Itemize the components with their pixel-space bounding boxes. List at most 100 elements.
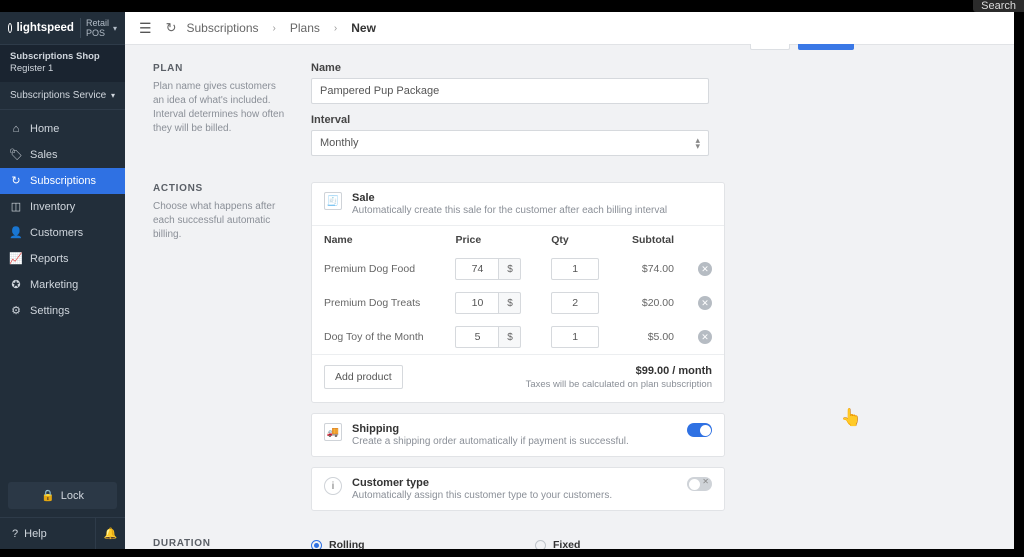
shipping-toggle[interactable] (687, 423, 712, 437)
total-amount: $99.00 / month (526, 365, 712, 377)
sale-subtitle: Automatically create this sale for the c… (352, 205, 667, 216)
add-product-button[interactable]: Add product (324, 365, 403, 389)
shipping-subtitle: Create a shipping order automatically if… (352, 436, 629, 447)
customer-type-title: Customer type (352, 477, 612, 489)
nav-marketing[interactable]: ✪ Marketing (0, 272, 125, 298)
interval-select[interactable]: Monthly ▴▾ (311, 130, 709, 156)
item-subtotal: $5.00 (616, 320, 686, 354)
brand-name: lightspeed (16, 22, 74, 34)
item-qty-input[interactable] (551, 258, 599, 280)
chart-icon: 📈 (10, 253, 22, 265)
chevron-down-icon: ▾ (111, 91, 115, 100)
currency-button[interactable]: $ (499, 292, 521, 314)
brand-product: Retail POS (80, 18, 109, 38)
sidebar: lightspeed Retail POS ▾ Subscriptions Sh… (0, 12, 125, 549)
customer-type-card: i Customer type Automatically assign thi… (311, 467, 725, 511)
sale-card: 🧾 Sale Automatically create this sale fo… (311, 182, 725, 403)
section-heading-duration: DURATION (153, 537, 287, 549)
section-heading-actions: ACTIONS (153, 182, 287, 196)
nav-reports[interactable]: 📈 Reports (0, 246, 125, 272)
item-qty-input[interactable] (551, 326, 599, 348)
bell-icon: 🔔 (104, 528, 118, 540)
chevron-down-icon[interactable]: ▾ (113, 24, 117, 33)
item-price-input[interactable] (455, 258, 499, 280)
col-qty: Qty (539, 226, 616, 253)
item-subtotal: $74.00 (616, 252, 686, 286)
remove-item-button[interactable]: ✕ (698, 330, 712, 344)
section-desc-plan: Plan name gives customers an idea of wha… (153, 80, 287, 136)
truck-icon: 🚚 (324, 423, 342, 441)
line-item-row: Premium Dog Food $ $74.00 ✕ (312, 252, 724, 286)
primary-action-button-cutoff[interactable] (798, 44, 854, 50)
sale-title: Sale (352, 192, 667, 204)
secondary-action-button-cutoff[interactable] (750, 44, 790, 50)
topbar: ☰ ↻ Subscriptions › Plans › New (125, 12, 1014, 45)
col-subtotal: Subtotal (616, 226, 686, 253)
notifications-button[interactable]: 🔔 (95, 518, 125, 549)
nav-label: Reports (30, 253, 69, 265)
duration-option-rolling[interactable]: Rolling A subscription that continues un… (311, 539, 501, 549)
nav-sales[interactable]: 🏷 Sales (0, 142, 125, 168)
section-heading-plan: PLAN (153, 62, 287, 76)
info-icon: i (324, 477, 342, 495)
interval-label: Interval (311, 114, 986, 126)
breadcrumb-subscriptions[interactable]: Subscriptions (186, 21, 258, 35)
item-price-input[interactable] (455, 326, 499, 348)
lock-label: Lock (61, 490, 84, 502)
menu-toggle-button[interactable]: ☰ (135, 18, 156, 39)
item-name: Premium Dog Food (312, 252, 443, 286)
nav-settings[interactable]: ⚙ Settings (0, 298, 125, 324)
nav-customers[interactable]: 👤Customers (0, 220, 125, 246)
currency-button[interactable]: $ (499, 326, 521, 348)
lock-icon: 🔒 (41, 489, 55, 502)
x-icon: ✕ (702, 477, 709, 486)
nav-label: Marketing (30, 279, 78, 291)
shop-selector[interactable]: Subscriptions Shop Register 1 (0, 45, 125, 82)
item-qty-input[interactable] (551, 292, 599, 314)
duration-option-fixed[interactable]: Fixed A subscription that continues unti… (535, 539, 725, 549)
customer-type-toggle[interactable]: ✕ (687, 477, 712, 491)
lock-button[interactable]: 🔒 Lock (8, 482, 117, 509)
remove-item-button[interactable]: ✕ (698, 262, 712, 276)
col-price: Price (443, 226, 539, 253)
updown-icon: ▴▾ (695, 137, 700, 149)
receipt-icon: 🧾 (324, 192, 342, 210)
nav-label: Inventory (30, 201, 75, 213)
nav-home[interactable]: ⌂ Home (0, 116, 125, 142)
item-subtotal: $20.00 (616, 286, 686, 320)
nav-label: Sales (30, 149, 58, 161)
item-price-input[interactable] (455, 292, 499, 314)
radio-selected-icon[interactable] (311, 540, 322, 549)
radio-unselected-icon[interactable] (535, 540, 546, 549)
nav-label: Customers (30, 227, 83, 239)
nav-inventory[interactable]: ◫ Inventory (0, 194, 125, 220)
breadcrumb-plans[interactable]: Plans (290, 21, 320, 35)
megaphone-icon: ✪ (10, 279, 22, 291)
currency-button[interactable]: $ (499, 258, 521, 280)
window-scrollbar[interactable] (1014, 12, 1024, 549)
name-label: Name (311, 62, 986, 74)
browser-tab-search[interactable]: Search (973, 0, 1024, 12)
plan-name-input[interactable] (311, 78, 709, 104)
gear-icon: ⚙ (10, 305, 22, 317)
line-item-row: Premium Dog Treats $ $20.00 ✕ (312, 286, 724, 320)
help-button[interactable]: ?Help (0, 519, 95, 549)
home-icon: ⌂ (10, 123, 22, 135)
service-selector[interactable]: Subscriptions Service ▾ (0, 82, 125, 110)
nav-label: Subscriptions (30, 175, 96, 187)
lightspeed-logo-icon (8, 23, 12, 33)
service-label: Subscriptions Service (10, 90, 106, 101)
nav-subscriptions[interactable]: ↻Subscriptions (0, 168, 125, 194)
tag-icon: 🏷 (10, 149, 22, 161)
nav-label: Home (30, 123, 59, 135)
col-name: Name (312, 226, 443, 253)
rolling-title: Rolling (329, 539, 501, 549)
shipping-title: Shipping (352, 423, 629, 435)
shipping-card: 🚚 Shipping Create a shipping order autom… (311, 413, 725, 457)
help-icon: ? (12, 528, 18, 540)
brand-block: lightspeed Retail POS ▾ (0, 12, 125, 45)
fixed-title: Fixed (553, 539, 725, 549)
remove-item-button[interactable]: ✕ (698, 296, 712, 310)
nav-label: Settings (30, 305, 70, 317)
box-icon: ◫ (10, 201, 22, 213)
